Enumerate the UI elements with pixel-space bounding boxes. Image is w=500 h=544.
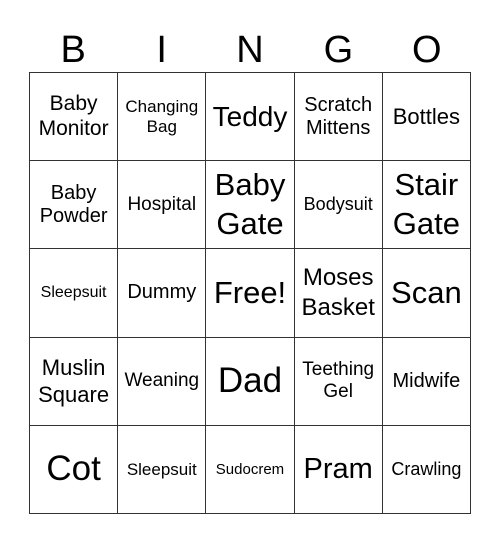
bingo-cell[interactable]: Sudocrem	[206, 425, 295, 514]
bingo-cell[interactable]: Teddy	[206, 73, 295, 162]
header-letter-i: I	[156, 29, 167, 71]
bingo-cell[interactable]: Muslin Square	[30, 337, 119, 426]
bingo-cell[interactable]: Pram	[294, 425, 383, 514]
bingo-cell[interactable]: Scratch Mittens	[294, 73, 383, 162]
bingo-cell[interactable]: Crawling	[382, 425, 471, 514]
bingo-cell[interactable]: Hospital	[118, 161, 207, 250]
free-space[interactable]: Free!	[206, 249, 295, 338]
bingo-cell[interactable]: Weaning	[118, 337, 207, 426]
bingo-cell[interactable]: Teething Gel	[294, 337, 383, 426]
bingo-cell[interactable]: Dad	[206, 337, 295, 426]
bingo-cell[interactable]: Moses Basket	[294, 249, 383, 338]
header-letter-o: O	[412, 29, 442, 71]
bingo-cell[interactable]: Baby Monitor	[30, 73, 119, 162]
header-letter-n: N	[236, 29, 264, 71]
bingo-cell[interactable]: Stair Gate	[382, 161, 471, 250]
bingo-cell[interactable]: Baby Powder	[30, 161, 119, 250]
bingo-grid: Baby Monitor Changing Bag Teddy Scratch …	[29, 72, 471, 514]
bingo-cell[interactable]: Cot	[30, 425, 119, 514]
bingo-cell[interactable]: Changing Bag	[118, 73, 207, 162]
bingo-cell[interactable]: Dummy	[118, 249, 207, 338]
bingo-cell[interactable]: Sleepsuit	[118, 425, 207, 514]
header-letter-b: B	[60, 29, 86, 71]
bingo-cell[interactable]: Bodysuit	[294, 161, 383, 250]
bingo-cell[interactable]: Midwife	[382, 337, 471, 426]
bingo-cell[interactable]: Scan	[382, 249, 471, 338]
bingo-header: B I N G O	[29, 28, 471, 72]
bingo-cell[interactable]: Baby Gate	[206, 161, 295, 250]
bingo-cell[interactable]: Bottles	[382, 73, 471, 162]
bingo-cell[interactable]: Sleepsuit	[30, 249, 119, 338]
header-letter-g: G	[323, 29, 354, 71]
